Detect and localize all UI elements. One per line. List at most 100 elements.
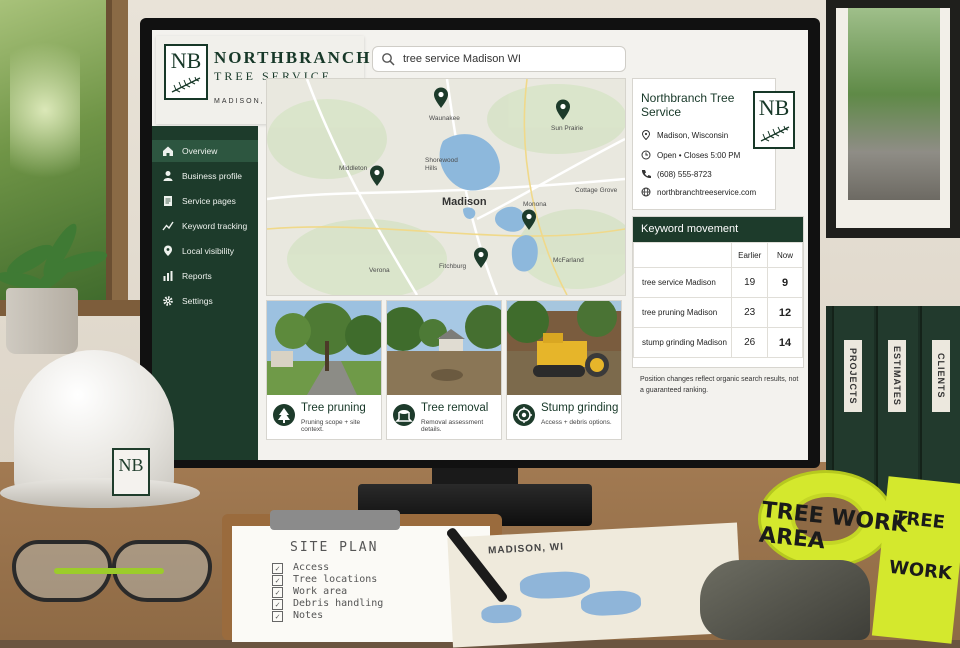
checkbox-icon: ✓ — [272, 610, 283, 622]
keyword-cell: stump grinding Madison — [632, 327, 733, 358]
sidebar-item-keyword-tracking[interactable]: Keyword tracking — [152, 215, 258, 237]
binders: PROJECTS ESTIMATES CLIENTS — [826, 306, 960, 498]
service-card-stump-grinding[interactable]: Stump grinding Access + debris options. — [506, 300, 622, 440]
table-header-row: Earlier Now — [632, 242, 803, 268]
business-website-row[interactable]: northbranchtreeservice.com — [641, 187, 756, 197]
pine-tree-icon — [273, 404, 295, 426]
table-row[interactable]: stump grinding Madison 26 14 — [632, 327, 803, 358]
brand-logo: NB — [164, 44, 208, 100]
sidebar-item-label: Service pages — [182, 196, 236, 206]
map-pin-icon[interactable] — [555, 99, 571, 121]
map-place-label: Waunakee — [429, 115, 460, 122]
map-place-label: Verona — [369, 267, 390, 274]
list-item: ✓ Debris handling — [272, 598, 383, 610]
sidebar-item-label: Overview — [182, 146, 218, 156]
pine-branch-icon — [760, 125, 790, 142]
map-city-label: Madison — [442, 196, 487, 208]
sidebar-item-business-profile[interactable]: Business profile — [152, 165, 258, 187]
monitor: NB NORTHBRANCH TREE SERVICE MADISON, WIS… — [140, 18, 820, 468]
business-hours: Open • Closes 5:00 PM — [657, 150, 741, 160]
service-area-map[interactable]: Waunakee Sun Prairie Middleton Shorewood… — [266, 78, 626, 296]
map-place-label: Cottage Grove — [575, 187, 618, 194]
service-card-title: Stump grinding — [541, 402, 619, 414]
checkbox-icon: ✓ — [272, 586, 283, 598]
wall-picture-frame — [826, 0, 960, 238]
sidebar-item-label: Settings — [182, 296, 213, 306]
binder-label: PROJECTS — [844, 340, 862, 412]
map-place-label: Fitchburg — [439, 263, 467, 270]
business-phone-row[interactable]: (608) 555-8723 — [641, 169, 712, 179]
sidebar-item-local-visibility[interactable]: Local visibility — [152, 240, 258, 262]
home-icon — [163, 146, 173, 156]
potted-plant — [0, 223, 108, 293]
sidebar-item-label: Business profile — [182, 171, 243, 181]
earlier-rank-cell: 26 — [731, 327, 769, 358]
sidebar-item-label: Reports — [182, 271, 212, 281]
checklist-label: Debris handling — [293, 598, 384, 609]
service-card-subtitle: Removal assessment details. — [421, 419, 484, 433]
binder: PROJECTS — [832, 306, 874, 498]
pine-branch-icon — [171, 76, 201, 93]
sidebar-item-settings[interactable]: Settings — [152, 290, 258, 312]
checkbox-icon: ✓ — [272, 598, 283, 610]
map-pin-icon[interactable] — [369, 165, 385, 187]
ranking-disclaimer: Position changes reflect organic search … — [640, 376, 799, 394]
gear-icon — [163, 296, 173, 306]
business-address-row: Madison, Wisconsin — [641, 130, 728, 140]
checklist-label: Notes — [293, 610, 324, 621]
table-row[interactable]: tree service Madison 19 9 — [632, 267, 803, 298]
sidebar-item-service-pages[interactable]: Service pages — [152, 190, 258, 212]
phone-icon — [641, 170, 651, 179]
search-icon — [382, 53, 395, 66]
business-logo: NB — [753, 91, 795, 149]
now-rank-cell: 9 — [767, 267, 803, 298]
service-card-tree-removal[interactable]: Tree removal Removal assessment details. — [386, 300, 502, 440]
hard-hat: NB — [0, 350, 200, 520]
business-website-link[interactable]: northbranchtreeservice.com — [657, 188, 756, 197]
paper-map-title: MADISON, WI — [487, 541, 565, 557]
keyword-cell: tree service Madison — [632, 267, 733, 298]
keyword-table: Earlier Now tree service Madison 19 9 tr… — [632, 242, 803, 358]
sidebar-item-label: Local visibility — [182, 246, 234, 256]
tree-removal-photo — [387, 301, 501, 395]
list-item: ✓ Tree locations — [272, 574, 383, 586]
list-item: ✓ Notes — [272, 610, 383, 622]
keyword-cell: tree pruning Madison — [632, 297, 733, 328]
now-rank-cell: 14 — [767, 327, 803, 358]
map-pin-icon[interactable] — [473, 247, 489, 269]
business-phone[interactable]: (608) 555-8723 — [657, 170, 712, 179]
plant-pot — [6, 288, 78, 354]
binder: CLIENTS — [920, 306, 960, 498]
service-card-tree-pruning[interactable]: Tree pruning Pruning scope + site contex… — [266, 300, 382, 440]
map-pin-icon[interactable] — [433, 87, 449, 109]
grinder-icon — [513, 404, 535, 426]
globe-icon — [641, 187, 651, 197]
stump-grinder-photo — [507, 301, 621, 395]
checkbox-icon: ✓ — [272, 574, 283, 586]
binder: ESTIMATES — [876, 306, 918, 498]
keyword-panel-title: Keyword movement — [633, 217, 803, 242]
business-address: Madison, Wisconsin — [657, 130, 729, 140]
site-plan-checklist: ✓ Access ✓ Tree locations ✓ Work area ✓ Debr… — [272, 562, 383, 622]
bar-chart-icon — [163, 271, 173, 281]
earlier-rank-cell: 23 — [731, 297, 769, 328]
sidebar-item-label: Keyword tracking — [182, 221, 248, 231]
sidebar-item-overview[interactable]: Overview — [152, 140, 258, 162]
list-item: ✓ Access — [272, 562, 383, 574]
map-place-label: McFarland — [553, 257, 584, 264]
trend-icon — [162, 221, 174, 231]
sidebar-item-reports[interactable]: Reports — [152, 265, 258, 287]
search-bar[interactable] — [372, 46, 626, 72]
table-row[interactable]: tree pruning Madison 23 12 — [632, 297, 803, 328]
now-rank-cell: 12 — [767, 297, 803, 328]
keyword-movement-panel: Keyword movement Earlier Now tree servic… — [632, 216, 804, 368]
list-item: ✓ Work area — [272, 586, 383, 598]
service-card-title: Tree pruning — [301, 402, 366, 414]
business-logo-text: NB — [758, 95, 790, 120]
tree-pruning-photo — [267, 301, 381, 395]
map-place-label: Shorewood Hills — [425, 157, 458, 172]
business-hours-row: Open • Closes 5:00 PM — [641, 150, 740, 160]
search-input[interactable] — [403, 50, 617, 68]
location-pin-icon — [641, 130, 651, 140]
map-pin-icon[interactable] — [521, 209, 537, 231]
